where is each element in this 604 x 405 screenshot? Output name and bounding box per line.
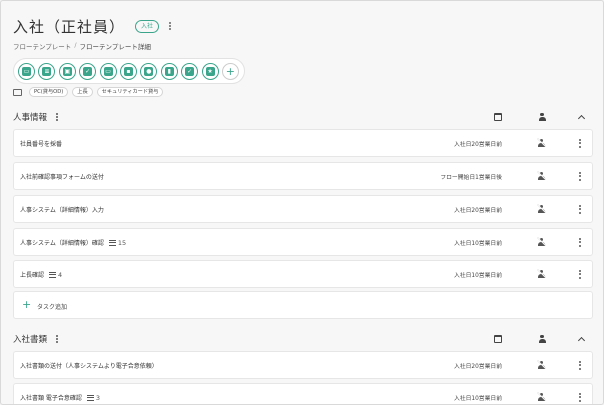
no-assignee-icon[interactable] [537,237,546,247]
monitor-icon[interactable]: ▭ [99,62,117,80]
task-due: 入社日20営業日前 [454,142,502,148]
task-more-icon[interactable] [577,270,583,279]
person-icon[interactable]: ● [140,62,158,80]
breadcrumb: フローテンプレート / フローテンプレート詳細 [13,41,151,51]
task-due: 入社日10営業日前 [454,396,502,402]
task-due: 入社日20営業日前 [454,208,502,214]
task-label: 人事システム（詳細情報）入力 [20,207,104,214]
section-title: 入社書類 [13,335,48,345]
assignee-icon[interactable] [538,334,546,344]
shield-icon[interactable]: ✓ [79,62,97,80]
task-more-icon[interactable] [577,361,583,370]
page-title: 入社（正社員） [13,17,126,36]
task-more-icon[interactable] [577,393,583,402]
checklist-icon [49,271,57,278]
document-icon[interactable]: ≡ [38,62,56,80]
tags-row: PC(貸与OD) 上長 セキュリティカード貸与 [13,87,164,97]
tag-security-card[interactable]: セキュリティカード貸与 [96,87,164,97]
chevron-up-icon[interactable] [577,336,586,345]
id-card-icon[interactable]: ▭ [18,62,35,80]
task-label: 入社書類 電子合意確認 [20,395,82,402]
breadcrumb-current: フローテンプレート詳細 [79,43,151,51]
task-label: 入社前確認事項フォームの送付 [20,174,104,181]
tag-pc[interactable]: PC(貸与OD) [29,87,69,97]
no-assignee-icon[interactable] [537,204,546,214]
subtask-count: 3 [86,394,100,402]
task-due: フロー開始日1営業日後 [440,175,502,181]
section-more-icon[interactable] [54,334,60,344]
section-title: 人事情報 [13,113,48,123]
tag-manager[interactable]: 上長 [72,87,93,97]
no-assignee-icon[interactable] [537,171,546,181]
page: 入社（正社員） 入社 フローテンプレート / フローテンプレート詳細 ▭ ≡ ▣… [0,0,604,405]
subtask-count: 4 [49,271,62,279]
truck-icon[interactable]: ▪ [119,62,137,80]
no-assignee-icon[interactable] [537,392,546,402]
task-label: 上長確認 [20,272,45,279]
task-label: 人事システム（詳細情報）確認 [20,240,104,247]
no-assignee-icon[interactable] [537,138,546,148]
star-icon[interactable]: ★ [201,62,219,80]
type-badge: 入社 [135,19,160,33]
task-more-icon[interactable] [577,139,583,148]
task-label: 入社書類の送付（人事システムより電子合意依頼） [20,363,158,370]
add-item-button[interactable]: + [221,62,239,80]
title-more-icon[interactable] [167,21,173,31]
add-task-label: タスク追加 [37,304,68,311]
breadcrumb-parent[interactable]: フローテンプレート [13,41,71,51]
subtask-count: 15 [108,239,126,247]
task-row[interactable]: 社員番号を採番 入社日20営業日前 [13,129,593,157]
task-more-icon[interactable] [577,205,583,214]
id-card-photo-icon[interactable]: ▣ [58,62,76,80]
plus-icon: + [22,298,32,311]
add-task-button[interactable]: + タスク追加 [13,291,593,319]
computer-icon [13,88,22,96]
clipboard-check-icon[interactable]: ✓ [181,62,199,80]
task-row[interactable]: 人事システム（詳細情報）確認 15 入社日10営業日前 [13,228,593,256]
task-row[interactable]: 入社前確認事項フォームの送付 フロー開始日1営業日後 [13,162,593,190]
book-icon[interactable]: ▮ [160,62,178,80]
task-row[interactable]: 入社書類 電子合意確認 3 入社日10営業日前 [13,383,593,404]
calendar-icon[interactable] [494,335,502,343]
plus-icon: + [225,64,236,78]
task-row[interactable]: 人事システム（詳細情報）入力 入社日20営業日前 [13,195,593,223]
section-header-onboarding-docs: 入社書類 [13,332,593,346]
task-row[interactable]: 入社書類の送付（人事システムより電子合意依頼） 入社日20営業日前 [13,351,593,379]
task-due: 入社日10営業日前 [454,241,502,247]
calendar-icon[interactable] [494,113,502,121]
task-more-icon[interactable] [577,172,583,181]
no-assignee-icon[interactable] [537,269,546,279]
checklist-icon [108,239,116,246]
task-due: 入社日20営業日前 [454,364,502,370]
item-icon-group: ▭ ≡ ▣ ✓ ▭ ▪ ● ▮ ✓ ★ + [13,58,245,84]
section-header-hr-info: 人事情報 [13,110,593,124]
title-row: 入社（正社員） 入社 [13,13,173,39]
task-row[interactable]: 上長確認 4 入社日10営業日前 [13,260,593,288]
chevron-up-icon[interactable] [577,114,586,123]
task-label: 社員番号を採番 [20,141,63,148]
breadcrumb-separator: / [74,41,77,49]
task-due: 入社日10営業日前 [454,273,502,279]
task-more-icon[interactable] [577,238,583,247]
assignee-icon[interactable] [538,112,546,122]
no-assignee-icon[interactable] [537,360,546,370]
section-more-icon[interactable] [54,112,60,122]
checklist-icon [86,394,94,401]
